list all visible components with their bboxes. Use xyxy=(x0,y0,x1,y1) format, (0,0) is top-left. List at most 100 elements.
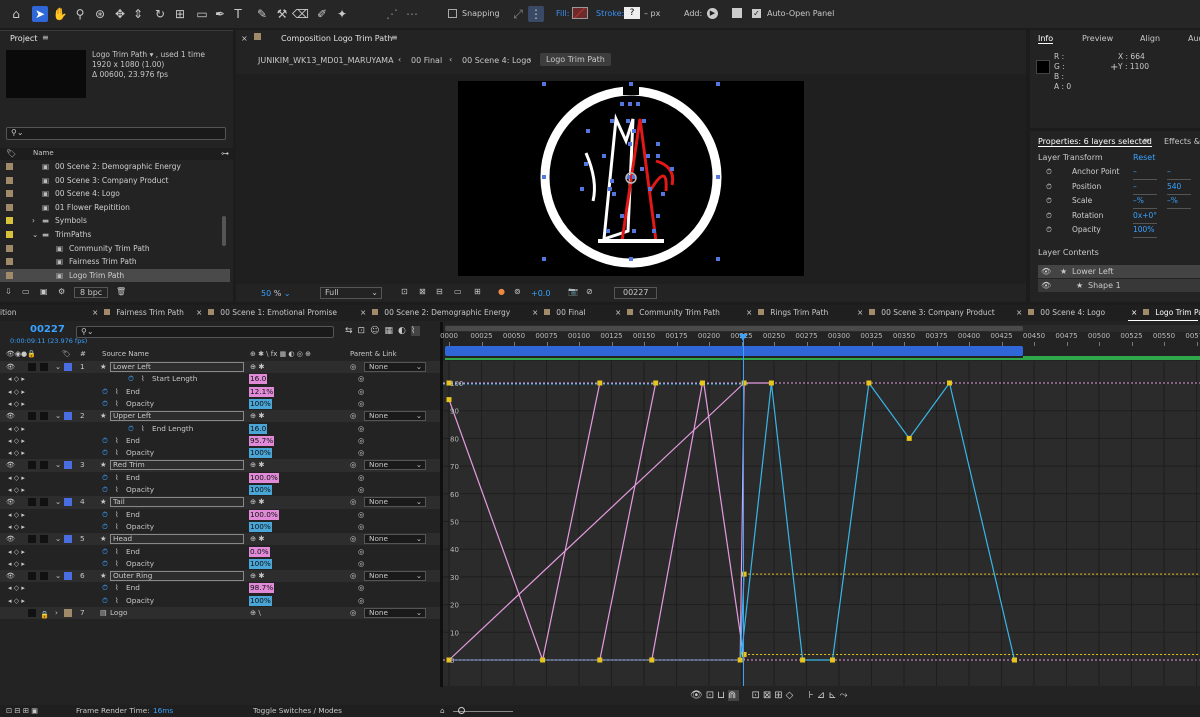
property-row[interactable]: ◂ ◇ ▸ ⏱ ⌇ Opacity 100% ◎ xyxy=(0,521,440,533)
layer-row[interactable]: 👁 ⌄ 5 ★ Head ⊕ ✱ ◎ None ⌄ xyxy=(0,533,440,546)
expression-pickwhip-icon[interactable]: ◎ xyxy=(358,386,364,398)
layer-switches[interactable]: ⊕ ✱ xyxy=(250,410,265,422)
close-icon[interactable]: × xyxy=(1016,308,1022,317)
path-handle[interactable] xyxy=(628,102,632,106)
path-handle[interactable] xyxy=(656,214,660,218)
contents-row-shape[interactable]: 👁 ★ Shape 1 xyxy=(1038,279,1200,292)
comp-lock-icon[interactable] xyxy=(254,33,261,40)
eye-icon[interactable]: 👁 xyxy=(6,533,15,545)
expression-pickwhip-icon[interactable]: ◎ xyxy=(358,423,364,435)
fit-selection-icon[interactable]: ⊡ xyxy=(751,690,762,701)
tab-align[interactable]: Align xyxy=(1140,34,1160,43)
close-icon[interactable]: × xyxy=(532,308,538,317)
path-handle[interactable] xyxy=(652,229,656,233)
keyframe-point[interactable] xyxy=(830,657,835,663)
chevron-down-icon[interactable]: ⌄ xyxy=(55,496,61,508)
clone-stamp-tool-icon[interactable]: ⚒ xyxy=(274,6,290,22)
transform-value-2[interactable]: – xyxy=(1167,165,1191,180)
path-handle[interactable] xyxy=(661,192,665,196)
viewer-timecode[interactable]: 00227 xyxy=(614,287,658,299)
add-play-icon[interactable]: ▶ xyxy=(707,8,718,19)
graph-toggle-icon[interactable]: ⌇ xyxy=(115,546,119,558)
contents-row-lower-left[interactable]: 👁 ★ Lower Left xyxy=(1038,265,1200,278)
expression-pickwhip-icon[interactable]: ◎ xyxy=(358,435,364,447)
settings-icon[interactable]: ⚙ xyxy=(58,287,65,296)
keyframe-nav-icon[interactable]: ◂ ◇ ▸ xyxy=(8,472,25,484)
keyframe-point[interactable] xyxy=(540,657,546,663)
snapping-checkbox[interactable] xyxy=(448,9,457,18)
rotate-tool-icon[interactable]: ↻ xyxy=(152,6,168,22)
path-handle[interactable] xyxy=(632,129,636,133)
close-icon[interactable]: × xyxy=(196,308,202,317)
expression-pickwhip-icon[interactable]: ◎ xyxy=(358,484,364,496)
solo-box[interactable] xyxy=(28,461,36,470)
path-handle[interactable] xyxy=(612,192,616,196)
close-icon[interactable]: × xyxy=(746,308,752,317)
lock-box[interactable] xyxy=(40,535,48,544)
path-handle[interactable] xyxy=(626,119,630,123)
solo-box[interactable] xyxy=(28,412,36,421)
chevron-down-icon[interactable]: ⌄ xyxy=(55,533,61,545)
project-item[interactable]: › ▬ Symbols xyxy=(0,214,230,227)
property-value[interactable]: 12.1% xyxy=(249,386,275,397)
show-snapshot-icon[interactable]: ⊘ xyxy=(586,287,593,296)
timeline-tab[interactable]: × 00 Scene 4: Logo xyxy=(1016,306,1113,320)
graph-toggle-icon[interactable]: ⌇ xyxy=(115,386,119,398)
motion-blur-icon[interactable]: ◐ xyxy=(398,326,411,336)
layer-switches[interactable]: ⊕ ✱ xyxy=(250,361,265,373)
property-row[interactable]: ◂ ◇ ▸ ⏱ ⌇ Opacity 100% ◎ xyxy=(0,398,440,410)
stopwatch-icon[interactable]: ⏱ xyxy=(102,386,108,398)
path-handle[interactable] xyxy=(608,187,612,191)
graph-toggle-icon[interactable]: ⌇ xyxy=(115,435,119,447)
path-handle[interactable] xyxy=(620,102,624,106)
layer-name[interactable]: Logo xyxy=(110,607,128,619)
playhead-icon[interactable] xyxy=(739,334,747,341)
lock-box[interactable] xyxy=(40,363,48,371)
property-row[interactable]: ◂ ◇ ▸ ⏱ ⌇ End 100.0% ◎ xyxy=(0,472,440,484)
graph-toggle-icon[interactable]: ⌇ xyxy=(115,521,119,533)
keyframe-point[interactable] xyxy=(597,657,603,663)
property-value[interactable]: 100% xyxy=(249,485,272,495)
layer-label-color[interactable] xyxy=(64,363,72,371)
easy-ease-icon[interactable]: ⤳ xyxy=(840,690,851,701)
path-handle[interactable] xyxy=(656,154,660,158)
grid-icon[interactable]: ⊞ xyxy=(474,287,481,296)
solo-box[interactable] xyxy=(28,535,36,544)
property-row[interactable]: ◂ ◇ ▸ ⏱ ⌇ End 100.0% ◎ xyxy=(0,509,440,521)
chevron-down-icon[interactable]: ⌄ xyxy=(55,410,61,422)
zoom-slider-knob[interactable] xyxy=(458,707,465,714)
label-swatch[interactable] xyxy=(6,203,13,211)
property-row[interactable]: ◂ ◇ ▸ ⏱ ⌇ Opacity 100% ◎ xyxy=(0,484,440,496)
color-channel-icon[interactable]: ● xyxy=(498,287,505,296)
stopwatch-icon[interactable]: ⏱ xyxy=(1046,180,1052,194)
property-row[interactable]: ◂ ◇ ▸ ⏱ ⌇ End 12.1% ◎ xyxy=(0,386,440,398)
transform-value-2[interactable]: 540 xyxy=(1167,180,1191,195)
lock-box[interactable] xyxy=(40,412,48,421)
property-value[interactable]: 100% xyxy=(249,398,272,409)
solo-box[interactable] xyxy=(28,572,36,581)
layer-label-color[interactable] xyxy=(64,412,72,421)
property-row[interactable]: ◂ ◇ ▸ ⏱ ⌇ Opacity 100% ◎ xyxy=(0,595,440,607)
solo-box[interactable] xyxy=(28,609,36,617)
edit-keyframe-icon[interactable]: ◇ xyxy=(786,690,797,701)
timeline-timecode[interactable]: 00227 xyxy=(30,324,65,335)
type-tool-icon[interactable]: T xyxy=(230,6,246,22)
project-item[interactable]: ▣ 00 Scene 3: Company Product xyxy=(0,174,230,187)
property-value[interactable]: 98.7% xyxy=(249,583,275,594)
layer-switches[interactable]: ⊕ ✱ xyxy=(250,570,265,582)
lock-box[interactable] xyxy=(40,572,48,581)
keyframe-nav-icon[interactable]: ◂ ◇ ▸ xyxy=(8,484,25,496)
layer-label-color[interactable] xyxy=(64,535,72,544)
lock-box[interactable]: 🔒 xyxy=(40,609,49,619)
close-icon[interactable]: × xyxy=(92,308,98,317)
keyframe-nav-icon[interactable]: ◂ ◇ ▸ xyxy=(8,521,25,533)
transform-value[interactable]: – xyxy=(1133,165,1157,180)
stopwatch-icon[interactable]: ⏱ xyxy=(102,521,108,533)
label-swatch[interactable] xyxy=(6,258,13,266)
graph-options-icon[interactable]: ⊡ xyxy=(706,690,717,701)
color-management-icon[interactable]: ⊚ xyxy=(514,287,521,296)
graph-toggle-icon[interactable]: ⌇ xyxy=(115,509,119,521)
zoom-tool-icon[interactable]: ⚲ xyxy=(72,6,88,22)
tab-preview[interactable]: Preview xyxy=(1082,34,1113,43)
path-handle[interactable] xyxy=(542,82,546,86)
